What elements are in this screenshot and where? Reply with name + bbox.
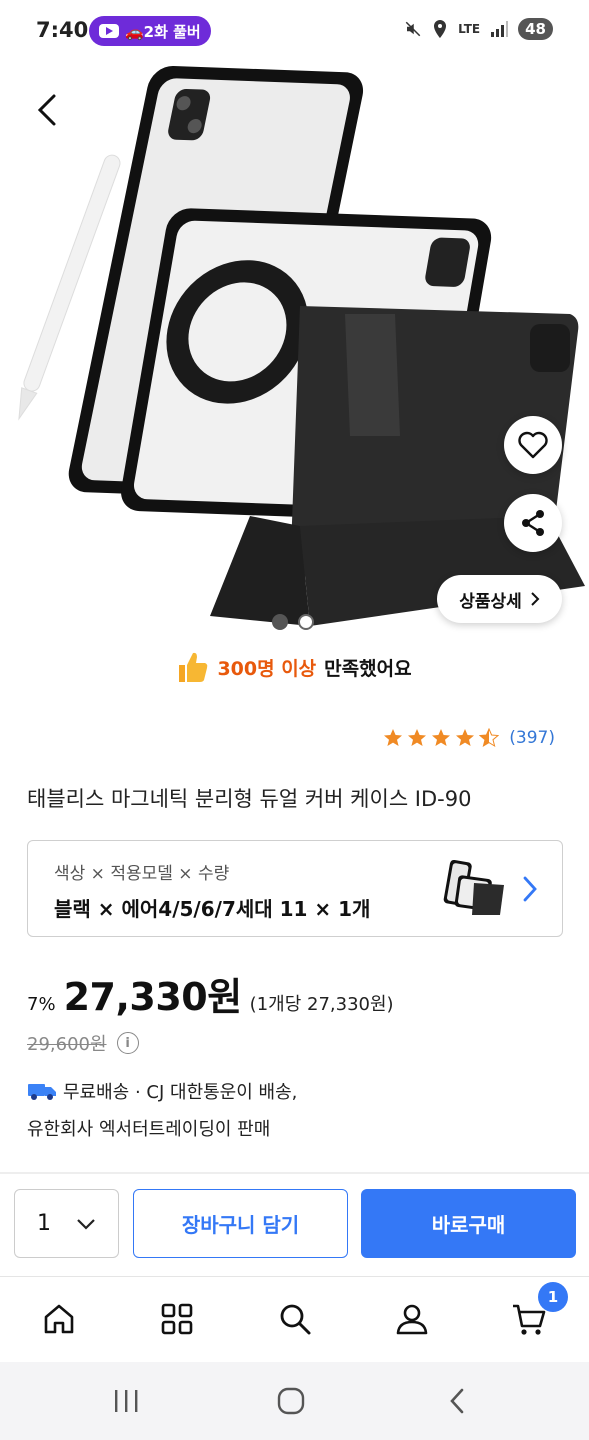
carousel-dot[interactable] xyxy=(272,614,288,630)
star-full-icon xyxy=(456,729,475,746)
carousel-dot-active[interactable] xyxy=(298,614,314,630)
original-price: 29,600원 xyxy=(27,1034,107,1055)
thumbs-up-icon xyxy=(179,652,208,682)
seller-info: 유한회사 엑서터트레이딩이 판매 xyxy=(27,1119,271,1140)
wishlist-button[interactable] xyxy=(504,416,562,474)
share-icon xyxy=(522,510,544,536)
star-full-icon xyxy=(432,729,451,746)
tab-search[interactable] xyxy=(273,1297,317,1341)
truck-icon xyxy=(28,1084,56,1100)
tab-category[interactable] xyxy=(155,1297,199,1341)
add-to-cart-button[interactable]: 장바구니 담기 xyxy=(133,1189,348,1258)
youtube-icon xyxy=(99,24,119,38)
price-row: 7% 27,330원 (1개당 27,330원) xyxy=(27,966,394,1021)
heart-icon xyxy=(518,431,548,459)
notification-text: 🚗2화 풀버 xyxy=(125,22,201,41)
back-arrow-icon xyxy=(450,1388,464,1414)
tab-home[interactable] xyxy=(37,1297,81,1341)
battery-indicator: 48 xyxy=(518,18,553,40)
product-image-carousel[interactable] xyxy=(0,56,589,646)
product-detail-button[interactable]: 상품상세 xyxy=(437,575,562,623)
satisfaction-text: 만족했어요 xyxy=(324,657,412,680)
chevron-down-icon xyxy=(77,1218,95,1230)
original-price-row: 29,600원 i xyxy=(27,1030,139,1056)
star-half-icon xyxy=(479,728,500,748)
option-selector[interactable]: 색상 × 적용모델 × 수량 블랙 × 에어4/5/6/7세대 11 × 1개 xyxy=(27,840,563,937)
tab-my-page[interactable] xyxy=(390,1297,434,1341)
search-icon xyxy=(280,1304,311,1335)
network-label: LTE xyxy=(458,22,481,36)
satisfaction-banner: 300명 이상 만족했어요 xyxy=(0,650,589,684)
shipping-text: 무료배송 · CJ 대한통운이 배송, xyxy=(63,1082,298,1103)
carousel-indicator xyxy=(272,614,314,630)
chevron-right-icon xyxy=(531,592,540,606)
quantity-selector[interactable]: 1 xyxy=(14,1189,119,1258)
share-button[interactable] xyxy=(504,494,562,552)
bottom-tab-bar xyxy=(0,1276,589,1362)
shipping-info: 무료배송 · CJ 대한통운이 배송, xyxy=(27,1078,297,1104)
status-icons: LTE 48 xyxy=(404,18,553,40)
mute-icon xyxy=(405,21,421,37)
purchase-bar: 1 장바구니 담기 바로구매 xyxy=(0,1174,589,1276)
quantity-value: 1 xyxy=(37,1211,51,1236)
satisfaction-count: 300명 이상 xyxy=(217,657,317,680)
product-title: 태블리스 마그네틱 분리형 듀얼 커버 케이스 ID-90 xyxy=(27,787,472,811)
media-notification-pill[interactable]: 🚗2화 풀버 xyxy=(89,16,211,46)
star-full-icon xyxy=(408,729,427,746)
status-time: 7:40 xyxy=(36,18,89,42)
home-nav-button[interactable] xyxy=(271,1382,311,1420)
recent-apps-button[interactable] xyxy=(106,1382,146,1420)
location-icon xyxy=(434,20,447,38)
home-icon xyxy=(44,1304,74,1334)
chevron-left-icon xyxy=(37,94,56,126)
back-button[interactable] xyxy=(30,90,70,130)
back-nav-button[interactable] xyxy=(437,1382,477,1420)
chevron-right-icon xyxy=(523,876,537,902)
cart-count-badge: 1 xyxy=(538,1282,568,1312)
buy-now-button[interactable]: 바로구매 xyxy=(361,1189,576,1258)
sale-price: 27,330원 xyxy=(63,975,243,1019)
user-icon xyxy=(396,1304,428,1335)
signal-icon xyxy=(491,21,509,37)
review-count[interactable]: (397) xyxy=(509,728,555,748)
recent-apps-icon xyxy=(115,1390,138,1412)
product-photo xyxy=(18,66,585,626)
product-detail-label: 상품상세 xyxy=(459,591,522,612)
unit-price: (1개당 27,330원) xyxy=(249,994,394,1015)
option-value: 블랙 × 에어4/5/6/7세대 11 × 1개 xyxy=(54,897,371,921)
category-icon xyxy=(161,1303,193,1335)
star-full-icon xyxy=(384,729,403,746)
option-label: 색상 × 적용모델 × 수량 xyxy=(54,864,230,884)
rating-summary[interactable]: (397) xyxy=(383,728,555,748)
info-icon[interactable]: i xyxy=(116,1032,139,1054)
system-navigation-bar xyxy=(0,1362,589,1440)
discount-rate: 7% xyxy=(27,994,56,1015)
status-bar: 7:40 🚗2화 풀버 LTE 48 xyxy=(0,0,589,64)
home-circle-icon xyxy=(277,1387,305,1415)
option-thumbnail xyxy=(443,859,504,915)
